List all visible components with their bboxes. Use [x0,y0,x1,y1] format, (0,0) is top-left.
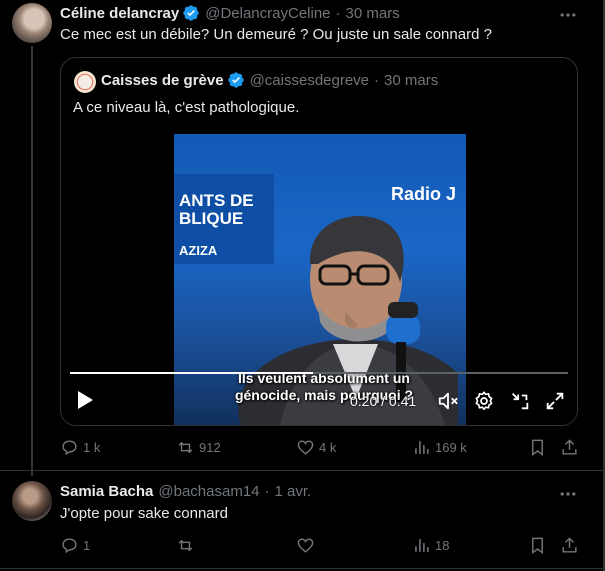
verified-badge-icon [227,72,244,88]
separator-dot: · [374,71,380,89]
tweet-divider [0,470,603,471]
video-time: 0:20 / 0:41 [350,393,417,409]
tweet-actions: 1 18 [60,534,580,558]
reply-count: 1 [83,537,91,553]
views-button[interactable]: 18 [412,534,449,556]
quote-text: A ce niveau là, c'est pathologique. [73,99,300,116]
tweet-actions: 1 k 912 4 k 169 k [60,436,580,460]
reply-count: 1 k [83,439,101,455]
studio-sign-line: BLIQUE [179,209,244,228]
share-button[interactable] [560,436,579,458]
quote-author-name[interactable]: Caisses de grève [101,72,224,89]
tweet-divider [0,568,603,569]
more-options-button[interactable] [558,5,578,25]
video-progress-bar[interactable] [70,372,568,374]
collapse-icon[interactable] [509,390,531,412]
reply-icon [62,537,77,553]
tweet-header: Céline delancray @DelancrayCeline · 30 m… [60,4,400,22]
views-chart-icon [415,440,429,454]
bookmark-button[interactable] [528,436,547,458]
video-player[interactable]: ANTS DE BLIQUE AZIZA Radio J Ils veulent… [61,134,577,425]
share-icon [562,438,577,455]
like-button[interactable]: 4 k [296,436,336,458]
bookmark-icon [532,439,543,456]
author-name[interactable]: Samia Bacha [60,483,153,500]
author-handle[interactable]: @bachasam14 [158,483,259,500]
quote-header: Caisses de grève @caissesdegreve · 30 ma… [101,71,438,89]
tweet-text: J'opte pour sake connard [60,505,228,522]
quote-avatar[interactable] [74,71,96,93]
repost-icon [178,441,193,453]
studio-sign-line: AZIZA [179,243,218,258]
repost-icon [178,539,193,551]
heart-icon [297,537,314,553]
like-button[interactable] [296,534,319,556]
like-count: 4 k [319,439,337,455]
quoted-tweet-card[interactable]: Caisses de grève @caissesdegreve · 30 ma… [60,57,578,426]
reply-icon [62,439,77,455]
more-dots-icon [560,492,576,496]
author-handle[interactable]: @DelancrayCeline [205,5,330,22]
thread-connector-line [31,46,33,476]
heart-icon [297,439,314,455]
tweet-header: Samia Bacha @bachasam14 · 1 avr. [60,483,311,500]
video-progress-fill [70,372,314,374]
quote-author-handle[interactable]: @caissesdegreve [250,72,369,89]
verified-badge-icon [183,5,199,21]
share-icon [562,536,577,553]
views-button[interactable]: 169 k [412,436,467,458]
avatar[interactable] [12,3,52,43]
author-name[interactable]: Céline delancray [60,5,179,22]
tweet-text: Ce mec est un débile? Un demeuré ? Ou ju… [60,26,492,43]
bookmark-button[interactable] [528,534,547,556]
repost-button[interactable] [176,534,199,556]
views-count: 169 k [435,439,467,455]
repost-button[interactable]: 912 [176,436,221,458]
play-icon[interactable] [75,389,95,411]
mute-icon[interactable] [437,390,459,412]
reply-button[interactable]: 1 k [60,436,100,458]
tweet-date[interactable]: 1 avr. [275,483,312,500]
separator-dot: · [264,483,270,500]
quote-date[interactable]: 30 mars [384,72,438,89]
avatar[interactable] [12,481,52,521]
separator-dot: · [335,4,341,22]
share-button[interactable] [560,534,579,556]
video-frame[interactable]: ANTS DE BLIQUE AZIZA Radio J Ils veulent… [174,134,466,425]
fullscreen-icon[interactable] [544,390,566,412]
tweet-date[interactable]: 30 mars [346,5,400,22]
bookmark-icon [532,537,543,554]
repost-count: 912 [199,439,221,455]
views-chart-icon [415,538,429,552]
views-count: 18 [435,537,450,553]
settings-icon[interactable] [473,390,495,412]
more-options-button[interactable] [558,484,578,504]
reply-button[interactable]: 1 [60,534,90,556]
more-dots-icon [560,13,576,17]
